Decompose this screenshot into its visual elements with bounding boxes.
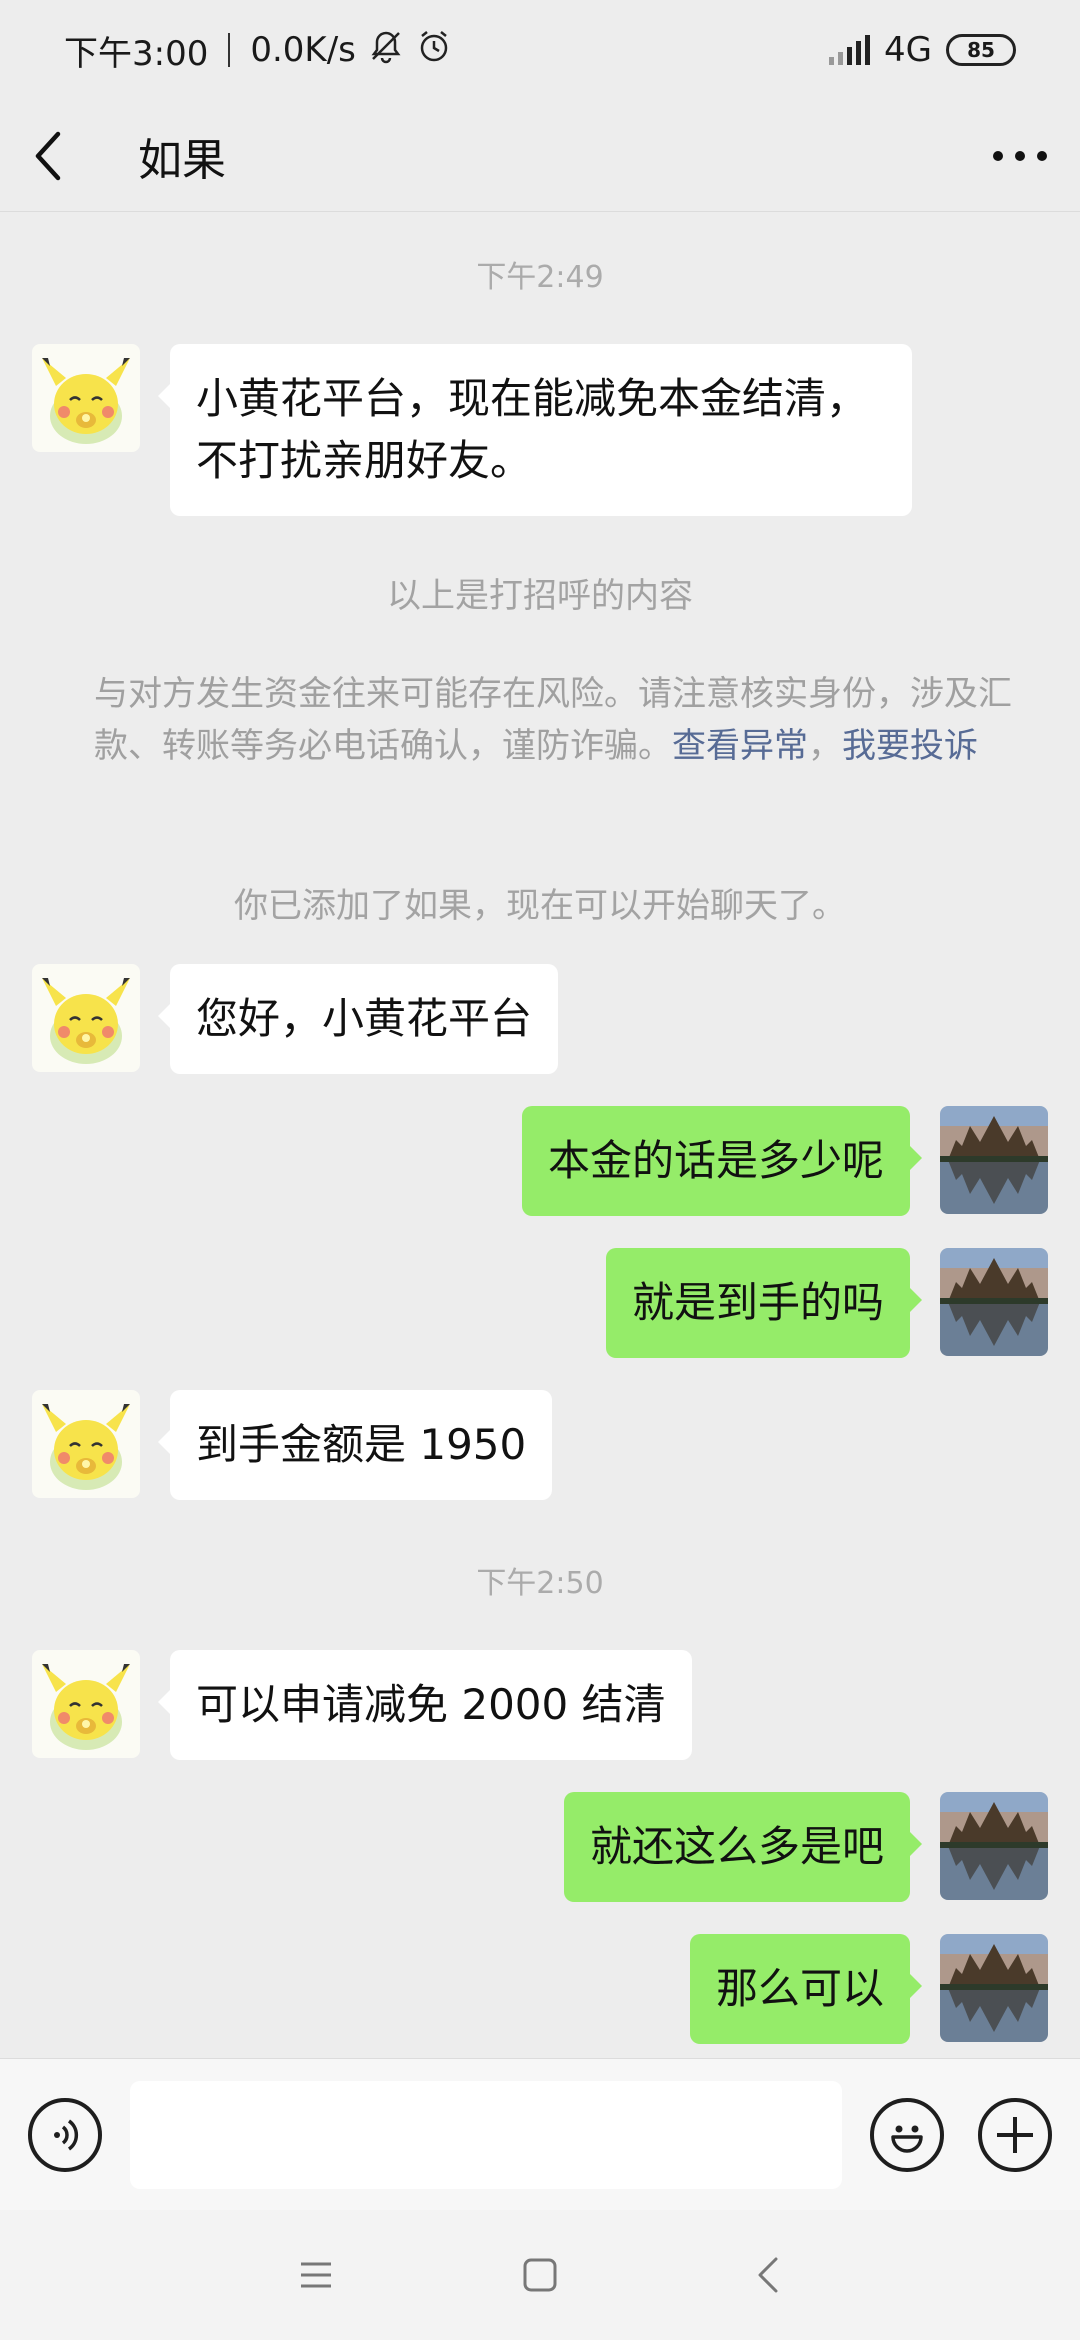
view-abnormal-link[interactable]: 查看异常 xyxy=(672,726,808,766)
more-dots-icon xyxy=(993,150,1047,161)
status-left: 下午3:00 0.0K/s xyxy=(64,26,452,75)
system-message: 以上是打招呼的内容 xyxy=(387,576,693,616)
contact-avatar[interactable] xyxy=(32,1650,140,1758)
status-separator xyxy=(228,33,231,67)
contact-avatar[interactable] xyxy=(32,964,140,1072)
chat-title: 如果 xyxy=(138,134,226,186)
network-speed: 0.0K/s xyxy=(250,30,356,70)
message-bubble-incoming[interactable]: 可以申请减免 2000 结清 xyxy=(158,1650,692,1760)
menu-icon xyxy=(301,2262,331,2288)
user-avatar[interactable] xyxy=(940,1106,1048,1214)
nav-back-button[interactable] xyxy=(728,2240,808,2310)
nav-menu-button[interactable] xyxy=(276,2240,356,2310)
message-bubble-incoming[interactable]: 到手金额是 1950 xyxy=(157,1390,553,1500)
more-button[interactable] xyxy=(968,116,1048,196)
nav-home-button[interactable] xyxy=(500,2240,580,2310)
emoji-icon xyxy=(891,2125,923,2153)
warning-comma: ， xyxy=(808,726,842,766)
message-bubble-outgoing[interactable]: 就还这么多是吧 xyxy=(563,1792,923,1902)
message-bubble-incoming[interactable]: 您好，小黄花平台 xyxy=(157,964,559,1074)
voice-icon xyxy=(54,2119,79,2151)
status-bar: 下午3:00 0.0K/s 4G 85 xyxy=(0,0,1080,100)
clock: 下午3:00 xyxy=(64,33,209,74)
user-avatar[interactable] xyxy=(940,1934,1048,2042)
system-message: 你已添加了如果，现在可以开始聊天了。 xyxy=(234,886,846,926)
navigation-bar xyxy=(0,2210,1080,2340)
emoji-button[interactable] xyxy=(870,2098,944,2172)
alarm-icon xyxy=(416,28,452,73)
chat-header: 如果 xyxy=(0,100,1080,212)
plus-button[interactable] xyxy=(978,2098,1052,2172)
contact-avatar[interactable] xyxy=(32,344,140,452)
user-avatar[interactable] xyxy=(940,1792,1048,1900)
chat-messages[interactable]: 下午2:49 小黄花平台，现在能减免本金结清， 不打扰亲朋好友。 以上是打招呼的… xyxy=(0,212,1080,2058)
timestamp: 下午2:50 xyxy=(476,1566,604,1601)
voice-button[interactable] xyxy=(28,2098,102,2172)
battery-level: 85 xyxy=(967,38,995,62)
message-input[interactable] xyxy=(130,2081,842,2189)
back-button[interactable] xyxy=(32,116,92,196)
user-avatar[interactable] xyxy=(940,1248,1048,1356)
chevron-left-icon xyxy=(35,131,61,180)
mute-icon xyxy=(368,28,404,73)
input-bar xyxy=(0,2058,1080,2210)
message-bubble-outgoing[interactable]: 那么可以 xyxy=(689,1934,923,2044)
contact-avatar[interactable] xyxy=(32,1390,140,1498)
message-bubble-outgoing[interactable]: 本金的话是多少呢 xyxy=(521,1106,923,1216)
signal-icon xyxy=(829,35,871,65)
plus-icon xyxy=(997,2117,1033,2153)
report-link[interactable]: 我要投诉 xyxy=(842,726,978,766)
security-warning: 与对方发生资金往来可能存在风险。请注意核实身份，涉及汇款、转账等务必电话确认，谨… xyxy=(94,668,1014,772)
network-type: 4G xyxy=(884,30,932,70)
message-bubble-outgoing[interactable]: 就是到手的吗 xyxy=(605,1248,923,1358)
timestamp: 下午2:49 xyxy=(476,260,604,295)
status-right: 4G 85 xyxy=(829,30,1016,70)
message-bubble-incoming[interactable]: 小黄花平台，现在能减免本金结清， 不打扰亲朋好友。 xyxy=(158,344,912,516)
home-icon xyxy=(523,2258,557,2292)
battery-icon: 85 xyxy=(946,34,1016,66)
back-icon xyxy=(758,2257,778,2293)
